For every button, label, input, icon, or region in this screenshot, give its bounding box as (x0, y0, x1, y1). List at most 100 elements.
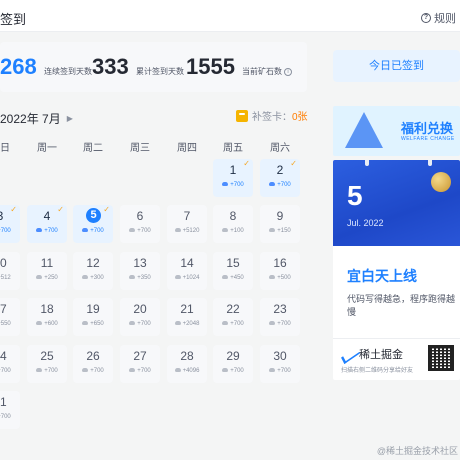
calendar-day[interactable]: 1 +700 ✓ (213, 159, 253, 197)
ore-reward: +700 (73, 368, 113, 374)
day-number: 11 (40, 256, 54, 270)
calendar-day[interactable]: 11 +250 (27, 252, 67, 290)
ore-reward: +512 (0, 275, 20, 281)
ore-reward: +700 (120, 321, 160, 327)
rules-link[interactable]: ? 规则 (421, 10, 456, 26)
ore-amount: +250 (44, 275, 58, 281)
ore-icon (129, 228, 136, 233)
ore-reward: +450 (213, 275, 253, 281)
calendar-day[interactable]: 10 +512 (0, 252, 20, 290)
brand: 稀土掘金 (343, 346, 403, 362)
day-number: 15 (226, 256, 240, 270)
welfare-exchange-banner[interactable]: 福利兑换 WELFARE CHANGE (333, 106, 460, 156)
day-number: 19 (86, 302, 100, 316)
makeup-card-label: 补签卡： (252, 112, 292, 123)
calendar-day[interactable]: 29 +700 (213, 345, 253, 383)
ore-amount: +700 (137, 228, 151, 234)
calendar-day[interactable]: 23 +700 (260, 298, 300, 336)
signed-today-button[interactable]: 今日已签到 (333, 50, 460, 82)
ore-icon (269, 321, 276, 326)
calendar-day[interactable]: 2 +700 ✓ (260, 159, 300, 197)
calendar-day[interactable]: 13 +350 (120, 252, 160, 290)
ore-amount: +350 (137, 275, 151, 281)
ore-icon (129, 275, 136, 280)
ore-amount: +700 (44, 368, 58, 374)
ore-label-wrap: 当前矿石数 i (242, 66, 292, 77)
calendar-day[interactable]: 25 +700 (27, 345, 67, 383)
ore-icon (174, 275, 181, 280)
day-number: 23 (273, 302, 287, 316)
calendar-day[interactable]: 15 +450 (213, 252, 253, 290)
calendar-day[interactable]: 24 +700 (0, 345, 20, 383)
ore-icon (82, 228, 89, 233)
binder-ring-icon (365, 160, 369, 166)
ore-reward: +700 (0, 228, 20, 234)
ore-amount: +2048 (182, 321, 200, 327)
calendar-day[interactable]: 21 +2048 (167, 298, 207, 336)
juejin-logo-icon (343, 349, 356, 360)
ore-amount: +1024 (182, 275, 200, 281)
makeup-card-icon (236, 109, 248, 122)
divider (333, 338, 460, 339)
next-month-arrow-icon[interactable]: ▶ (67, 114, 73, 123)
ore-icon (269, 182, 276, 187)
ore-amount: +100 (230, 228, 244, 234)
calendar-day[interactable]: 12 +300 (73, 252, 113, 290)
ore-icon (82, 321, 89, 326)
day-number: 6 (136, 209, 144, 223)
ore-amount: +700 (277, 182, 291, 188)
day-number: 5 (86, 208, 101, 223)
ore-icon (36, 321, 43, 326)
ore-amount: +700 (277, 368, 291, 374)
calendar-day[interactable]: 26 +700 (73, 345, 113, 383)
weekday-label: 周二 (83, 143, 103, 154)
calendar-day[interactable]: 22 +700 (213, 298, 253, 336)
ore-reward: +5120 (167, 228, 207, 234)
ore-amount: +450 (230, 275, 244, 281)
calendar-day[interactable]: 14 +1024 (167, 252, 207, 290)
welfare-title: 福利兑换 (401, 121, 454, 136)
weekday-label: 周六 (270, 143, 290, 154)
ore-reward: +700 (120, 368, 160, 374)
weekday-label: 周三 (130, 143, 150, 154)
info-icon[interactable]: i (284, 67, 292, 76)
ore-icon (129, 321, 136, 326)
ore-amount: +700 (0, 414, 11, 420)
calendar-day[interactable]: 3+700✓ (0, 205, 20, 243)
calendar-day[interactable]: 27 +700 (120, 345, 160, 383)
calendar-day[interactable]: 5 +700 ✓ (73, 205, 113, 243)
calendar-day[interactable]: 8 +100 (213, 205, 253, 243)
ore-amount: +650 (90, 321, 104, 327)
calendar-day[interactable]: 19 +650 (73, 298, 113, 336)
calendar-day[interactable]: 31 +700 (0, 391, 20, 429)
calendar-day[interactable]: 17 +550 (0, 298, 20, 336)
card-month-year: Jul. 2022 (347, 218, 384, 228)
ore-amount: +700 (44, 228, 58, 234)
calendar-day[interactable]: 16 +500 (260, 252, 300, 290)
calendar-day[interactable]: 6 +700 (120, 205, 160, 243)
ore-icon (269, 228, 276, 233)
ore-amount: +150 (277, 228, 291, 234)
calendar-day[interactable]: 20 +700 (120, 298, 160, 336)
calendar-day[interactable]: 9 +150 (260, 205, 300, 243)
day-number: 22 (226, 302, 240, 316)
calendar-day[interactable]: 30 +700 (260, 345, 300, 383)
ore-amount: +700 (277, 321, 291, 327)
makeup-card-count: 0张 (292, 112, 308, 123)
question-icon: ? (421, 13, 431, 23)
calendar-day[interactable]: 28 +4096 (167, 345, 207, 383)
day-number: 9 (276, 209, 284, 223)
checkmark-icon: ✓ (57, 205, 64, 214)
total-days-label: 累计签到天数 (136, 67, 184, 76)
ore-amount: +550 (0, 321, 11, 327)
checkmark-icon: ✓ (290, 159, 297, 168)
watermark: @稀土掘金技术社区 (376, 446, 458, 456)
ore-amount: +700 (230, 321, 244, 327)
calendar-day[interactable]: 4 +700 ✓ (27, 205, 67, 243)
calendar-day[interactable]: 18 +600 (27, 298, 67, 336)
calendar-day[interactable]: 7 +5120 (167, 205, 207, 243)
card-slogan: 宜白天上线 (347, 268, 417, 284)
ore-reward: +350 (120, 275, 160, 281)
welfare-subtitle: WELFARE CHANGE (401, 136, 455, 142)
ore-reward: +500 (260, 275, 300, 281)
